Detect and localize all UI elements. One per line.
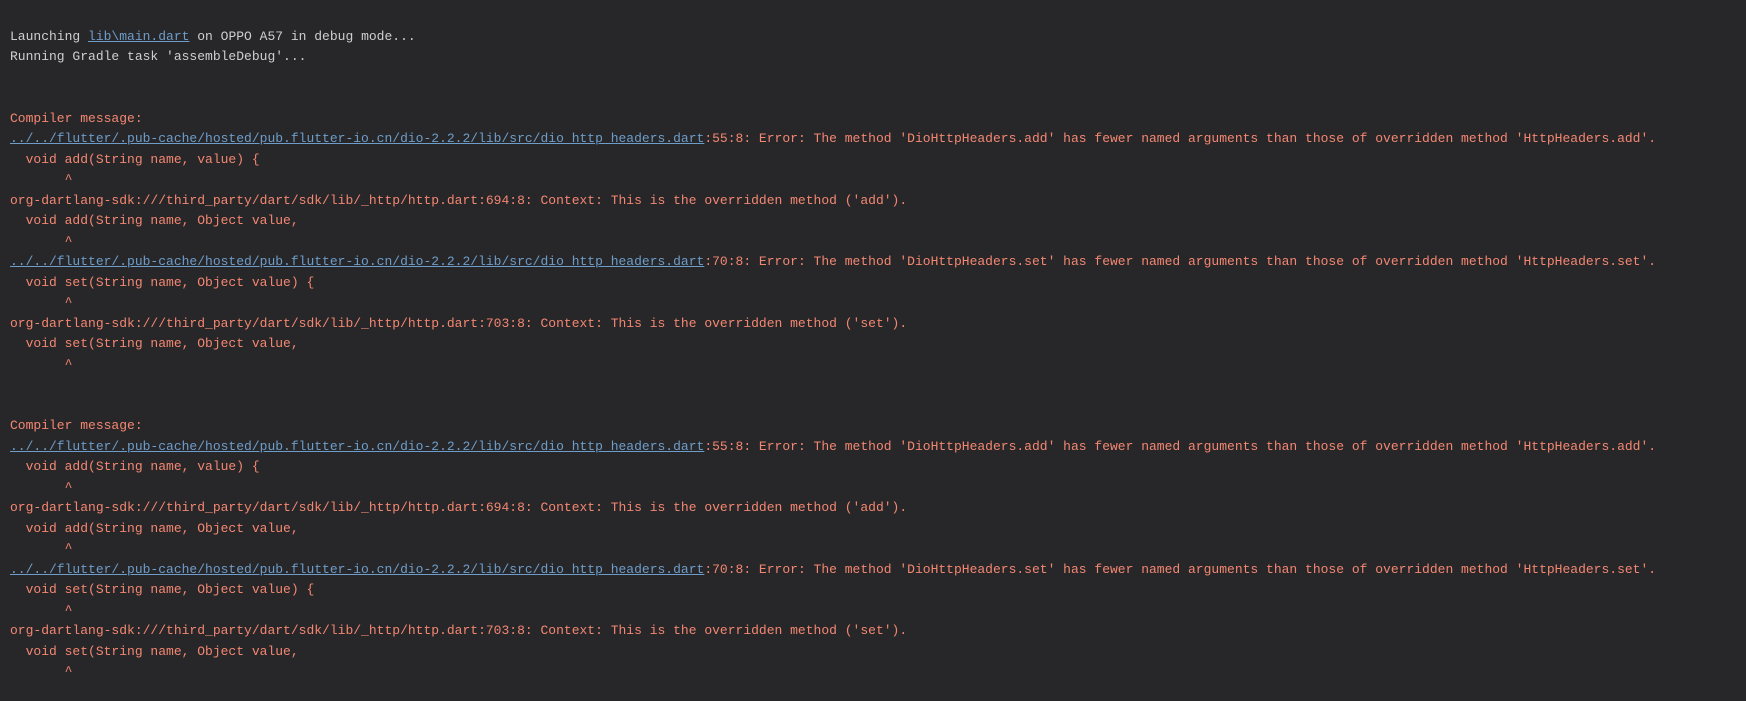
context-line-set: org-dartlang-sdk:///third_party/dart/sdk… — [10, 623, 907, 638]
main-dart-link[interactable]: lib\main.dart — [88, 29, 189, 44]
launch-line: Launching lib\main.dart on OPPO A57 in d… — [10, 29, 416, 44]
launch-prefix: Launching — [10, 29, 88, 44]
caret-line: ^ — [10, 234, 72, 249]
error-line-add: ../../flutter/.pub-cache/hosted/pub.flut… — [10, 131, 1656, 146]
gradle-line: Running Gradle task 'assembleDebug'... — [10, 49, 306, 64]
dio-headers-link[interactable]: ../../flutter/.pub-cache/hosted/pub.flut… — [10, 439, 704, 454]
error-line-set-tail: :70:8: Error: The method 'DioHttpHeaders… — [704, 562, 1656, 577]
code-line: void add(String name, Object value, — [10, 521, 299, 536]
context-line-set: org-dartlang-sdk:///third_party/dart/sdk… — [10, 316, 907, 331]
code-line: void add(String name, Object value, — [10, 213, 299, 228]
code-line: void set(String name, Object value, — [10, 644, 299, 659]
debug-console-output[interactable]: Launching lib\main.dart on OPPO A57 in d… — [0, 0, 1746, 701]
compiler-message-label: Compiler message: — [10, 418, 143, 433]
code-line: void set(String name, Object value) { — [10, 582, 314, 597]
caret-line: ^ — [10, 541, 72, 556]
error-line-set-tail: :70:8: Error: The method 'DioHttpHeaders… — [704, 254, 1656, 269]
caret-line: ^ — [10, 172, 72, 187]
dio-headers-link[interactable]: ../../flutter/.pub-cache/hosted/pub.flut… — [10, 131, 704, 146]
blank-line — [10, 375, 1736, 396]
error-line-add: ../../flutter/.pub-cache/hosted/pub.flut… — [10, 439, 1656, 454]
dio-headers-link[interactable]: ../../flutter/.pub-cache/hosted/pub.flut… — [10, 254, 704, 269]
context-line-add: org-dartlang-sdk:///third_party/dart/sdk… — [10, 193, 907, 208]
blank-line — [10, 68, 1736, 89]
error-line-set: ../../flutter/.pub-cache/hosted/pub.flut… — [10, 254, 1656, 269]
code-line: void add(String name, value) { — [10, 459, 260, 474]
context-line-add: org-dartlang-sdk:///third_party/dart/sdk… — [10, 500, 907, 515]
compiler-message-label: Compiler message: — [10, 111, 143, 126]
code-line: void set(String name, Object value) { — [10, 275, 314, 290]
caret-line: ^ — [10, 603, 72, 618]
code-line: void add(String name, value) { — [10, 152, 260, 167]
caret-line: ^ — [10, 357, 72, 372]
error-line-set: ../../flutter/.pub-cache/hosted/pub.flut… — [10, 562, 1656, 577]
dio-headers-link[interactable]: ../../flutter/.pub-cache/hosted/pub.flut… — [10, 562, 704, 577]
caret-line: ^ — [10, 480, 72, 495]
caret-line: ^ — [10, 664, 72, 679]
launch-suffix: on OPPO A57 in debug mode... — [189, 29, 415, 44]
error-line-add-tail: :55:8: Error: The method 'DioHttpHeaders… — [704, 439, 1656, 454]
error-line-add-tail: :55:8: Error: The method 'DioHttpHeaders… — [704, 131, 1656, 146]
caret-line: ^ — [10, 295, 72, 310]
code-line: void set(String name, Object value, — [10, 336, 299, 351]
